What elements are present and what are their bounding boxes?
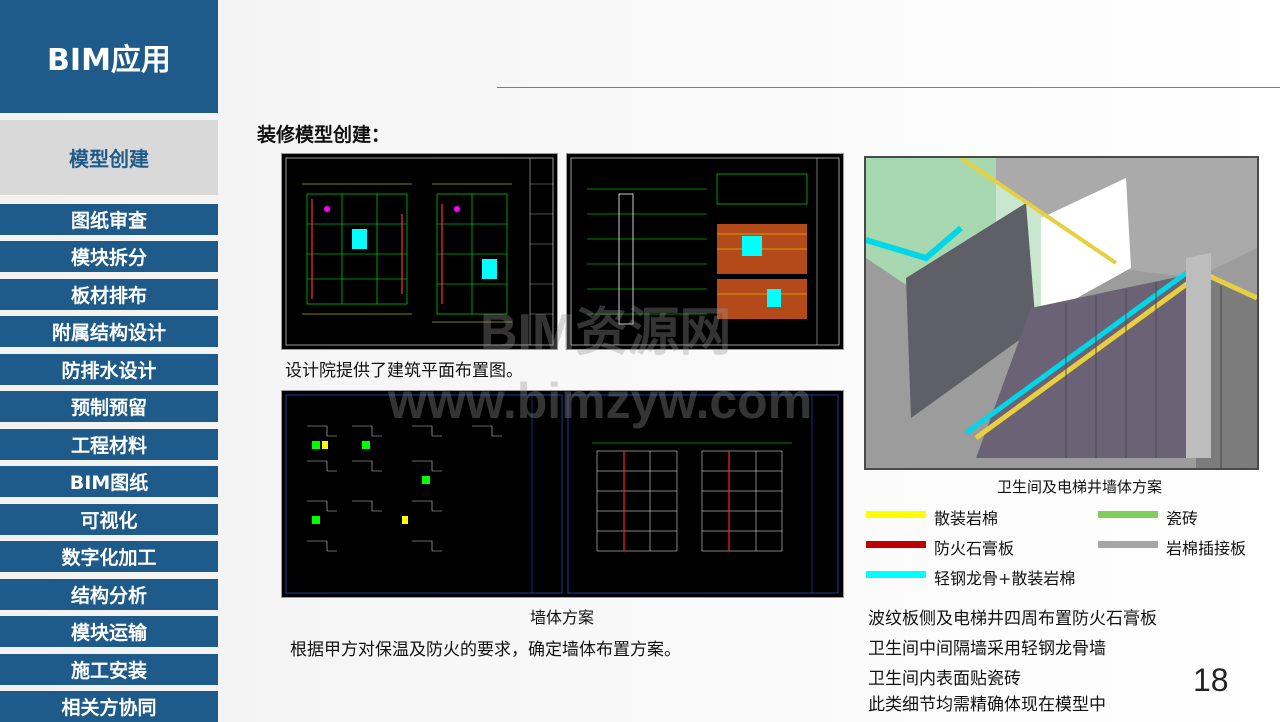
watermark-line-1: BIM资源网 [480,304,732,362]
sidebar: BIM应用 模型创建 图纸审查 模块拆分 板材排布 附属结构设计 防排水设计 预… [0,0,218,722]
3d-model-caption: 卫生间及电梯井墙体方案 [997,478,1163,496]
sidebar-item-materials[interactable]: 工程材料 [0,429,218,460]
page-number: 18 [1193,662,1229,698]
sidebar-item-module-split[interactable]: 模块拆分 [0,241,218,272]
sidebar-item-auxiliary-design[interactable]: 附属结构设计 [0,316,218,347]
legend-swatch-fire-gypsum [866,541,926,548]
wall-caption: 墙体方案 [530,608,595,627]
legend-swatch-tile [1098,511,1158,518]
sidebar-title: BIM应用 [0,0,218,113]
sidebar-item-stakeholder[interactable]: 相关方协同 [0,691,218,722]
sidebar-item-structural-analysis[interactable]: 结构分析 [0,579,218,610]
sidebar-item-waterproof-design[interactable]: 防排水设计 [0,354,218,385]
note-2: 卫生间中间隔墙采用轻钢龙骨墙 [868,639,1106,659]
bim-3d-model [864,156,1259,470]
legend-swatch-light-steel [866,571,926,578]
legend-swatch-rock-wool-panel [1098,541,1158,548]
legend-swatch-rock-wool [866,511,926,518]
sidebar-item-visualization[interactable]: 可视化 [0,504,218,535]
sidebar-item-digital-fab[interactable]: 数字化加工 [0,541,218,572]
section-title: 装修模型创建： [257,124,391,146]
note-3: 卫生间内表面贴瓷砖 [868,669,1021,689]
legend-label-light-steel: 轻钢龙骨+散装岩棉 [934,569,1076,588]
wall-description: 根据甲方对保温及防火的要求，确定墙体布置方案。 [290,640,681,660]
legend-label-fire-gypsum: 防火石膏板 [934,539,1015,558]
sidebar-item-module-transport[interactable]: 模块运输 [0,616,218,647]
legend-label-rock-wool-panel: 岩棉插接板 [1166,539,1247,558]
sidebar-item-panel-layout[interactable]: 板材排布 [0,279,218,310]
header-divider [497,87,1280,88]
sidebar-item-bim-drawings[interactable]: BIM图纸 [0,466,218,497]
sidebar-item-installation[interactable]: 施工安装 [0,654,218,685]
sidebar-item-active[interactable]: 模型创建 [0,120,218,195]
sidebar-item-prefab[interactable]: 预制预留 [0,391,218,422]
legend-label-tile: 瓷砖 [1166,509,1199,528]
legend-label-rock-wool: 散装岩棉 [934,509,999,528]
note-4: 此类细节均需精确体现在模型中 [868,695,1106,715]
note-1: 波纹板侧及电梯井四周布置防火石膏板 [868,609,1157,629]
sidebar-item-drawing-review[interactable]: 图纸审查 [0,204,218,235]
watermark-line-2: www.bimzyw.com [388,373,813,429]
